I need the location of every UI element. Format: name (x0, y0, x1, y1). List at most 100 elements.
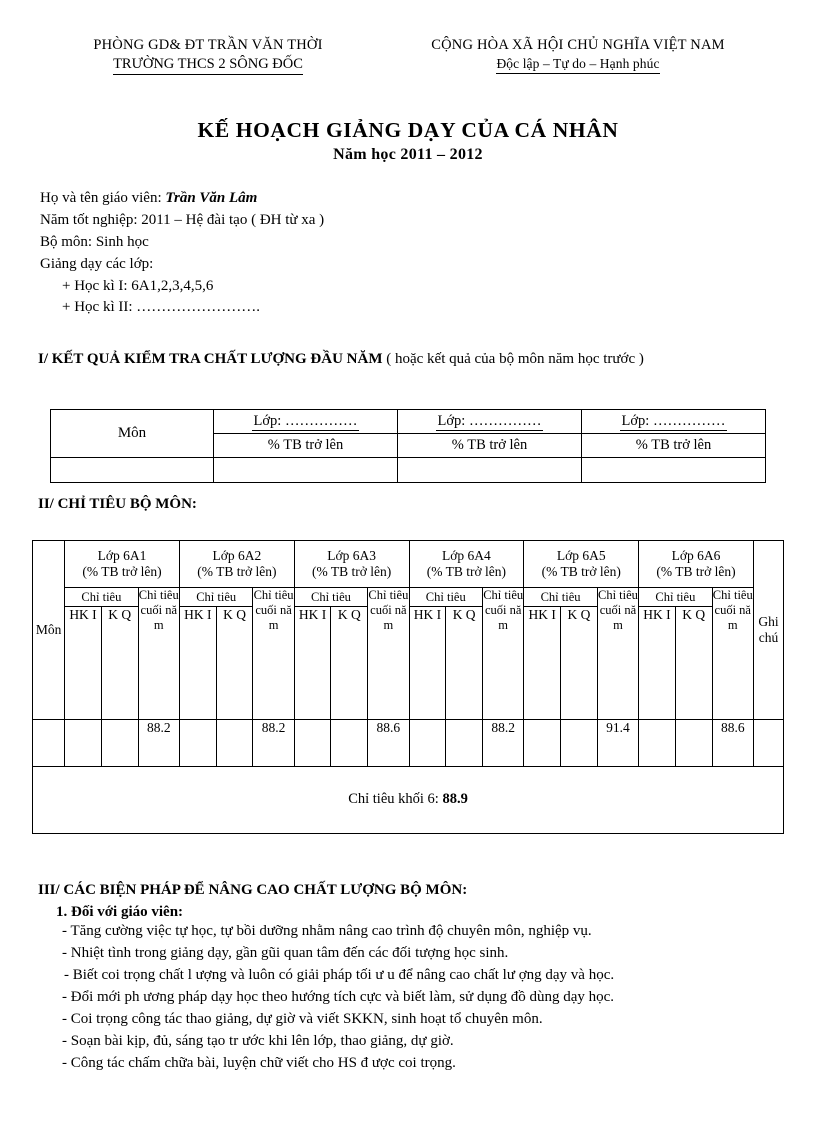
school-year-subtitle: Năm học 2011 – 2012 (333, 145, 483, 163)
list-item: - Soạn bài kịp, đủ, sáng tạo tr ước khi … (62, 1032, 454, 1049)
header-right-block: CỘNG HÒA XÃ HỘI CHỦ NGHĨA VIỆT NAM Độc l… (378, 36, 778, 74)
list-item: - Biết coi trọng chất l ượng và luôn có … (64, 966, 615, 983)
t2-cell-hk1-6a1[interactable] (64, 719, 102, 767)
national-motto: Độc lập – Tự do – Hạnh phúc (496, 55, 660, 74)
t2-hk1-label-6a1: HK I (64, 606, 102, 720)
list-item: - Nhiệt tình trong giảng dạy, gần gũi qu… (62, 944, 509, 961)
t2-group-name-6a6: Lớp 6A6 (671, 548, 721, 564)
list-item: - Coi trọng công tác thao giảng, dự giờ … (62, 1010, 543, 1027)
t2-group-header-6a3: Lớp 6A3 (% TB trở lên) (293, 540, 410, 588)
t2-cell-mon[interactable] (31, 719, 66, 767)
classes-label: Giảng dạy các lớp: (40, 255, 154, 272)
list-item: - Tăng cường việc tự học, tự bồi dưỡng n… (62, 923, 592, 939)
t2-chitieu-label-6a4: Chỉ tiêu (408, 587, 484, 607)
section-3-subheading: 1. Đối với giáo viên: (56, 904, 184, 920)
t2-chitieu-label-6a3: Chỉ tiêu (293, 587, 369, 607)
t2-group-note-6a5: (% TB trở lên) (541, 564, 621, 579)
t2-group-header-6a1: Lớp 6A1 (% TB trở lên) (64, 540, 180, 588)
teacher-info-block: Họ và tên giáo viên: Trần Văn Lâm Năm tố… (40, 188, 540, 319)
t1-mon-header: Môn (50, 409, 214, 458)
t2-kq-label-6a1: K Q (100, 606, 139, 720)
t2-chitieu-label-6a2: Chỉ tiêu (178, 587, 254, 607)
t2-cell-ghichu[interactable] (752, 719, 785, 767)
t2-group-header-6a4: Lớp 6A4 (% TB trở lên) (408, 540, 525, 588)
t2-ghichu-header: Ghi chú (752, 540, 785, 720)
t1-class-label-2: Lớp: …………… (435, 412, 544, 432)
t1-cell-1[interactable] (213, 457, 398, 483)
t2-cell-kq-6a1[interactable] (100, 719, 139, 767)
t2-summary-cell: Chỉ tiêu khối 6: 88.9 (32, 766, 784, 834)
section-1-heading-note: ( hoặc kết quả của bộ môn năm học trước … (382, 351, 644, 367)
t2-mon-header: Môn (31, 540, 66, 720)
t2-cuoinam-label-6a2: Chỉ tiêu cuối năm (252, 587, 295, 720)
section-1-heading-bold: I/ KẾT QUẢ KIỂM TRA CHẤT LƯỢNG ĐẦU NĂM (38, 351, 383, 367)
t1-class-header-3: Lớp: …………… (581, 409, 766, 434)
teacher-name-value: Trần Văn Lâm (165, 190, 258, 206)
t1-tb-header-1: % TB trở lên (213, 433, 398, 458)
t2-cuoinam-label-6a4: Chỉ tiêu cuối năm (481, 587, 525, 720)
t2-kq-label-6a4: K Q (445, 606, 483, 720)
t2-hk1-label-6a5: HK I (523, 606, 562, 720)
t2-chitieu-label-6a1: Chỉ tiêu (64, 587, 139, 607)
t2-cell-hk1-6a4[interactable] (408, 719, 447, 767)
t1-cell-mon[interactable] (50, 457, 214, 483)
national-title: CỘNG HÒA XÃ HỘI CHỦ NGHĨA VIỆT NAM (431, 37, 725, 53)
t2-chitieu-label-6a6: Chỉ tiêu (638, 587, 713, 607)
t2-group-name-6a4: Lớp 6A4 (442, 548, 491, 564)
teacher-name-label: Họ và tên giáo viên: (40, 190, 162, 206)
t1-class-label-1: Lớp: …………… (251, 412, 360, 432)
t2-cell-hk1-6a3[interactable] (293, 719, 332, 767)
header-left-block: PHÒNG GD& ĐT TRẦN VĂN THỜI TRƯỜNG THCS 2… (38, 36, 378, 76)
t2-cell-kq-6a4[interactable] (445, 719, 483, 767)
section-3-bullet-list: - Tăng cường việc tự học, tự bồi dưỡng n… (38, 921, 786, 1075)
t1-cell-2[interactable] (397, 457, 582, 483)
table-row: Môn Lớp: …………… Lớp: …………… Lớp: …………… (50, 409, 766, 458)
t2-hk1-label-6a2: HK I (178, 606, 217, 720)
t2-group-note-6a6: (% TB trở lên) (656, 564, 736, 579)
t2-cell-cuoinam-6a3[interactable]: 88.6 (367, 719, 410, 767)
graduation-line: Năm tốt nghiệp: 2011 – Hệ đài tạo ( ĐH t… (40, 211, 325, 228)
subject-targets-table: Môn Lớp 6A1 (% TB trở lên) Lớp 6A2 (% TB t… (31, 540, 785, 834)
t2-group-name-6a3: Lớp 6A3 (327, 548, 377, 564)
section-1-heading: I/ KẾT QUẢ KIỂM TRA CHẤT LƯỢNG ĐẦU NĂM (… (38, 349, 783, 370)
t2-cell-hk1-6a5[interactable] (523, 719, 562, 767)
t1-tb-header-2: % TB trở lên (397, 433, 582, 458)
table-row: 88.2 88.2 88.6 88.2 91.4 88.6 (31, 719, 785, 767)
t2-group-name-6a2: Lớp 6A2 (212, 548, 262, 564)
t2-chitieu-label-6a5: Chỉ tiêu (523, 587, 598, 607)
t2-cuoinam-label-6a3: Chỉ tiêu cuối năm (367, 587, 410, 720)
t2-group-note-6a1: (% TB trở lên) (82, 564, 162, 579)
section-2-heading: II/ CHỈ TIÊU BỘ MÔN: (38, 496, 197, 512)
title-block: KẾ HOẠCH GIẢNG DẠY CỦA CÁ NHÂN Năm học 2… (0, 118, 816, 164)
t2-summary-value: 88.9 (442, 791, 468, 808)
t2-cuoinam-label-6a5: Chỉ tiêu cuối năm (596, 587, 640, 720)
t2-cell-cuoinam-6a4[interactable]: 88.2 (481, 719, 525, 767)
list-item: - Đổi mới ph ương pháp dạy học theo hướn… (62, 988, 615, 1005)
t2-cell-kq-6a3[interactable] (330, 719, 369, 767)
t2-cell-hk1-6a6[interactable] (638, 719, 676, 767)
t2-cell-cuoinam-6a2[interactable]: 88.2 (252, 719, 295, 767)
t2-cell-cuoinam-6a6[interactable]: 88.6 (711, 719, 754, 767)
section-3-heading: III/ CÁC BIỆN PHÁP ĐỂ NÂNG CAO CHẤT LƯỢN… (38, 880, 783, 923)
t2-cell-kq-6a6[interactable] (674, 719, 713, 767)
table-header-row-chitieu: Chỉ tiêu Chỉ tiêu cuối năm Chỉ tiêu Chỉ … (33, 587, 784, 720)
t2-cell-kq-6a2[interactable] (215, 719, 254, 767)
t2-cell-kq-6a5[interactable] (560, 719, 598, 767)
t1-cell-3[interactable] (581, 457, 766, 483)
t2-cell-hk1-6a2[interactable] (178, 719, 217, 767)
subject-line: Bộ môn: Sinh học (40, 233, 149, 250)
t2-kq-label-6a3: K Q (330, 606, 369, 720)
document-page: PHÒNG GD& ĐT TRẦN VĂN THỜI TRƯỜNG THCS 2… (0, 0, 816, 1123)
term1-classes: + Học kì I: 6A1,2,3,4,5,6 (62, 277, 214, 294)
table-row (50, 457, 766, 483)
t2-cell-cuoinam-6a1[interactable]: 88.2 (137, 719, 180, 767)
school-name: TRƯỜNG THCS 2 SÔNG ĐỐC (113, 55, 303, 76)
t2-summary-label: Chỉ tiêu khối 6: (348, 791, 443, 808)
t2-group-header-6a6: Lớp 6A6 (% TB trở lên) (638, 540, 754, 588)
term2-classes: + Học kì II: ……………………. (62, 299, 261, 316)
t2-cell-cuoinam-6a5[interactable]: 91.4 (596, 719, 640, 767)
t2-kq-label-6a6: K Q (674, 606, 713, 720)
document-header: PHÒNG GD& ĐT TRẦN VĂN THỜI TRƯỜNG THCS 2… (38, 36, 778, 76)
section-3-heading-text: III/ CÁC BIỆN PHÁP ĐỂ NÂNG CAO CHẤT LƯỢN… (38, 882, 468, 898)
teacher-name-line: Họ và tên giáo viên: Trần Văn Lâm (40, 188, 540, 210)
